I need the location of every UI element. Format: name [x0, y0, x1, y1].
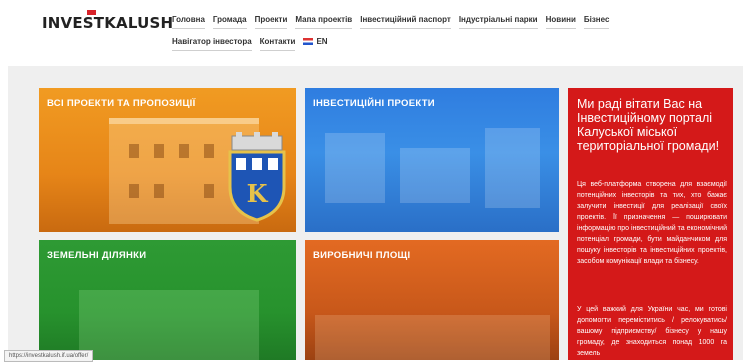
- nav-investment-passport[interactable]: Інвестиційний паспорт: [360, 15, 451, 29]
- window-shape: [129, 184, 139, 198]
- window-shape: [204, 144, 214, 158]
- nav-projects-map[interactable]: Мапа проектів: [295, 15, 353, 29]
- nav-home[interactable]: Головна: [172, 15, 205, 29]
- welcome-description: Ця веб-платформа створена для взаємодії …: [577, 181, 727, 265]
- language-switch[interactable]: EN: [303, 37, 328, 50]
- tile-all-projects[interactable]: K ВСІ ПРОЕКТИ ТА ПРОПОЗИЦІЇ: [39, 88, 296, 232]
- nav-row-1: Головна Громада Проекти Мапа проектів Ін…: [172, 15, 692, 37]
- machinery-shape: [485, 128, 540, 208]
- welcome-title: Ми раді вітати Вас на Інвестиційному пор…: [577, 97, 720, 153]
- nav-contacts[interactable]: Контакти: [259, 37, 296, 51]
- window-shape: [129, 144, 139, 158]
- nav-news[interactable]: Новини: [545, 15, 576, 29]
- kalush-coat-of-arms-icon: K: [228, 132, 286, 222]
- nav-industrial-parks[interactable]: Індустріальні парки: [458, 15, 538, 29]
- uk-flag-icon: [303, 38, 314, 45]
- site-header: INVESTKALUSH Головна Громада Проекти Мап…: [0, 0, 743, 64]
- window-shape: [154, 184, 164, 198]
- nav-community[interactable]: Громада: [212, 15, 247, 29]
- nav-projects[interactable]: Проекти: [254, 15, 288, 29]
- nav-investor-navigator[interactable]: Навігатор інвестора: [172, 37, 252, 51]
- tile-investment-projects[interactable]: ІНВЕСТИЦІЙНІ ПРОЕКТИ: [305, 88, 559, 232]
- window-shape: [204, 184, 214, 198]
- industrial-skyline-shape: [315, 315, 550, 360]
- window-shape: [179, 144, 189, 158]
- site-logo[interactable]: INVESTKALUSH: [42, 14, 173, 32]
- window-shape: [154, 144, 164, 158]
- tile-production-areas-title: ВИРОБНИЧІ ПЛОЩІ: [313, 250, 411, 261]
- link-status-bar: https://investkalush.if.ua/offer/: [4, 350, 94, 362]
- tile-all-projects-title: ВСІ ПРОЕКТИ ТА ПРОПОЗИЦІЇ: [47, 98, 196, 109]
- main-nav: Головна Громада Проекти Мапа проектів Ін…: [172, 15, 692, 59]
- tile-land-plots[interactable]: ЗЕМЕЛЬНІ ДІЛЯНКИ: [39, 240, 296, 360]
- nav-business[interactable]: Бізнес: [583, 15, 610, 29]
- svg-text:K: K: [247, 179, 269, 208]
- nav-row-2: Навігатор інвестора Контакти EN: [172, 37, 692, 59]
- logo-roof-icon: [87, 10, 96, 15]
- tile-production-areas[interactable]: ВИРОБНИЧІ ПЛОЩІ: [305, 240, 559, 360]
- tile-land-plots-title: ЗЕМЕЛЬНІ ДІЛЯНКИ: [47, 250, 147, 261]
- machinery-shape: [325, 133, 385, 203]
- tile-investment-projects-title: ІНВЕСТИЦІЙНІ ПРОЕКТИ: [313, 98, 435, 109]
- welcome-relocation-text: У цей важкий для України час, ми готові …: [577, 306, 727, 357]
- language-label: EN: [316, 37, 328, 46]
- machinery-shape: [400, 148, 470, 203]
- aerial-map-shape: [79, 290, 259, 360]
